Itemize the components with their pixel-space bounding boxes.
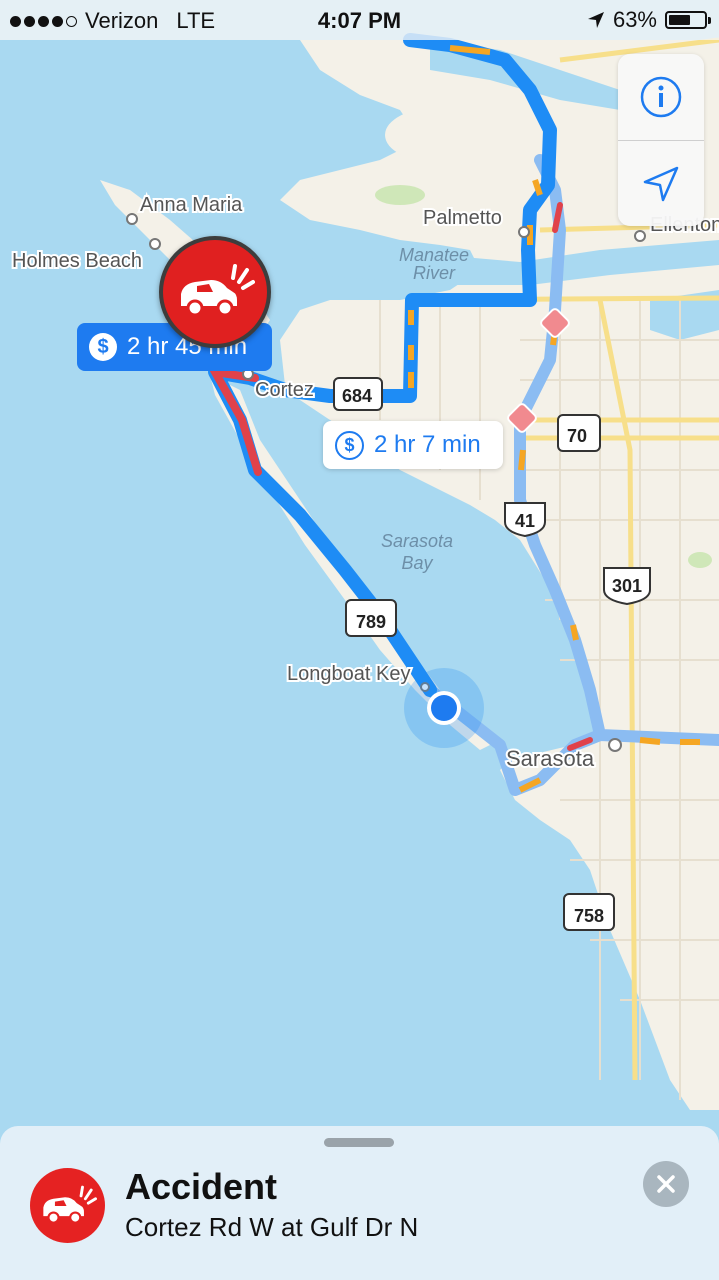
accident-pin[interactable] — [159, 236, 271, 348]
toll-icon: $ — [335, 430, 364, 460]
park — [688, 552, 712, 568]
map-canvas[interactable]: Anna Maria Holmes Beach Palmetto Ellento… — [0, 0, 719, 1280]
close-icon — [657, 1175, 675, 1193]
track-location-button[interactable] — [618, 141, 704, 227]
shield-789: 789 — [345, 599, 397, 637]
location-services-icon — [587, 12, 604, 28]
svg-text:789: 789 — [356, 612, 386, 632]
close-button[interactable] — [643, 1161, 689, 1207]
incident-location: Cortez Rd W at Gulf Dr N — [125, 1212, 419, 1242]
shield-70: 70 — [557, 414, 601, 452]
label-river: River — [413, 263, 456, 283]
info-button[interactable] — [618, 54, 704, 140]
svg-text:301: 301 — [612, 576, 642, 596]
shield-301: 301 — [603, 567, 651, 606]
svg-text:70: 70 — [567, 426, 587, 446]
label-holmes-beach: Holmes Beach — [12, 250, 142, 272]
svg-text:41: 41 — [515, 511, 535, 531]
incident-title: Accident — [125, 1166, 278, 1207]
sheet-grabber[interactable] — [324, 1138, 394, 1147]
battery-icon — [665, 11, 711, 29]
shield-41: 41 — [504, 502, 546, 538]
car-crash-icon — [42, 1185, 97, 1224]
current-location-marker[interactable] — [404, 668, 484, 748]
label-palmetto: Palmetto — [423, 207, 502, 229]
island — [385, 107, 495, 163]
label-sarasota-bay: Sarasota — [381, 531, 453, 551]
label-cortez: Cortez — [255, 379, 314, 401]
alternate-route-time: 2 hr 7 min — [374, 431, 481, 458]
label-anna-maria: Anna Maria — [140, 194, 243, 216]
label-bay: Bay — [401, 553, 433, 573]
label-manatee: Manatee — [399, 245, 469, 265]
toll-icon: $ — [89, 333, 117, 361]
shield-684: 684 — [333, 377, 383, 411]
svg-text:684: 684 — [342, 386, 372, 406]
location-arrow-icon — [643, 166, 679, 202]
svg-text:758: 758 — [574, 906, 604, 926]
park — [375, 185, 425, 205]
label-longboat-key: Longboat Key — [287, 663, 410, 685]
info-icon — [640, 76, 682, 118]
car-crash-icon — [181, 264, 255, 317]
battery-percent: 63% — [612, 7, 657, 32]
incident-sheet[interactable]: Accident Cortez Rd W at Gulf Dr N — [0, 1126, 719, 1280]
label-sarasota: Sarasota — [506, 746, 595, 771]
shield-758: 758 — [563, 893, 615, 931]
status-bar: Verizon LTE 4:07 PM 63% — [0, 0, 719, 40]
map-controls — [618, 54, 704, 226]
incident-icon-badge — [30, 1168, 105, 1243]
alternate-route-eta[interactable]: $ 2 hr 7 min — [323, 421, 503, 469]
